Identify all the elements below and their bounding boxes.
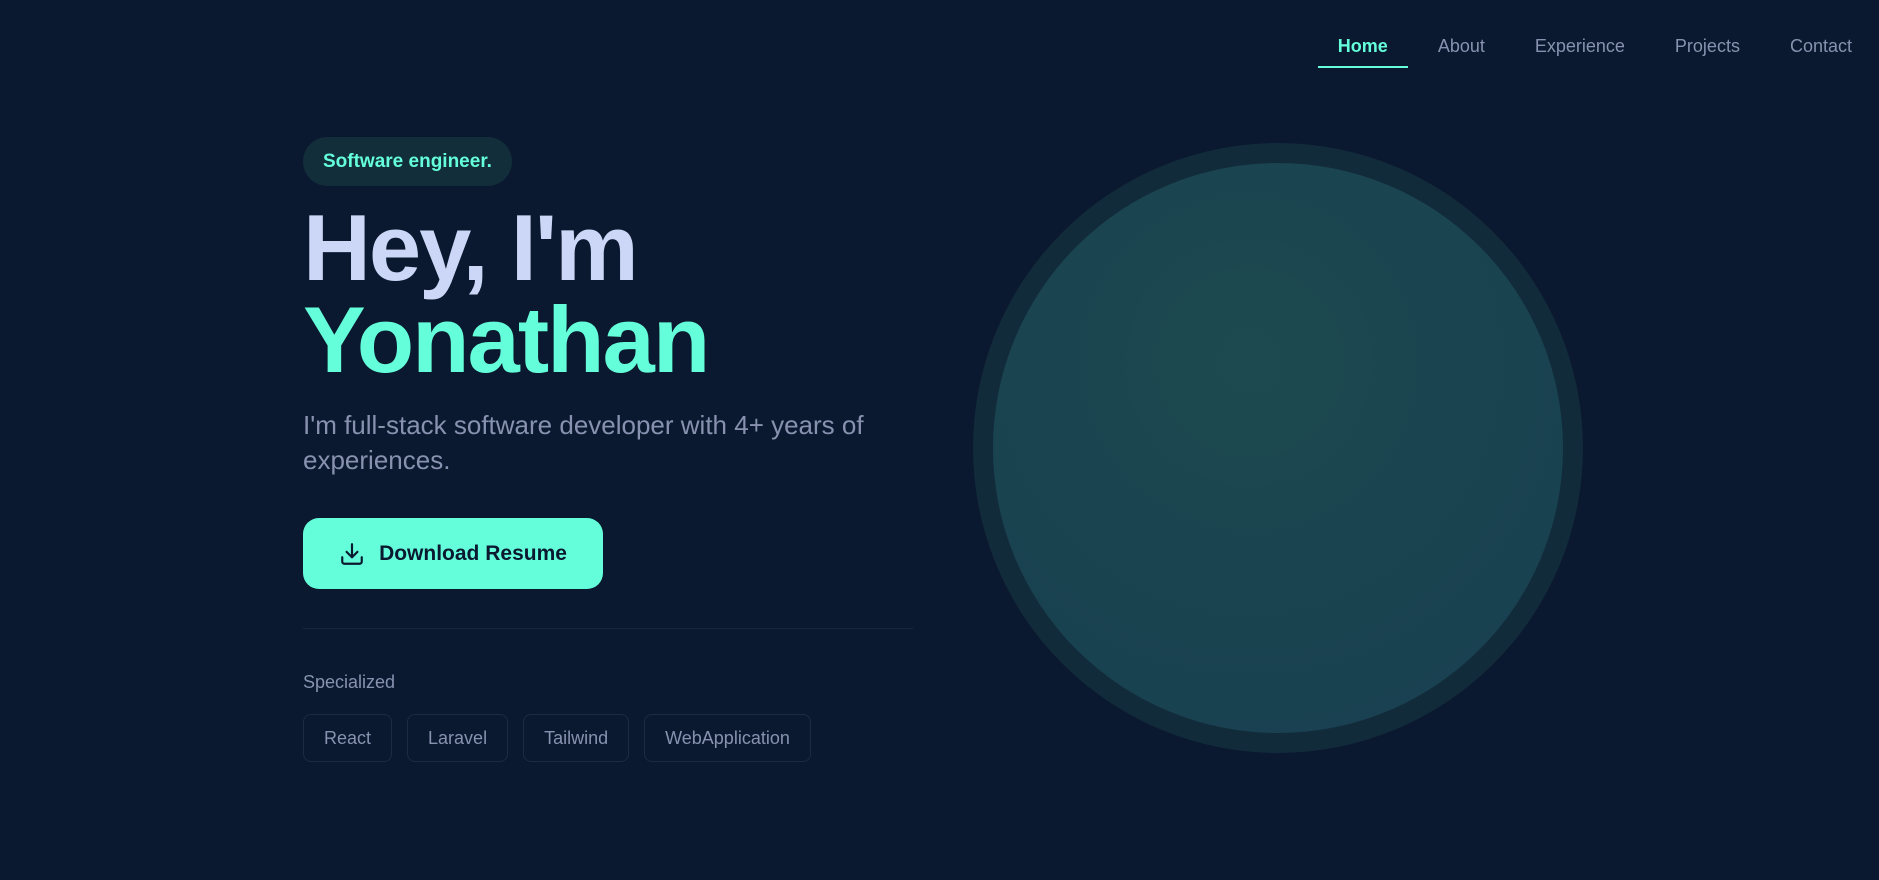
nav-label: Projects (1674, 36, 1740, 56)
skill-chip-react[interactable]: React (303, 714, 393, 762)
skill-chip-laravel[interactable]: Laravel (407, 714, 509, 762)
role-badge: Software engineer. (303, 137, 512, 186)
nav-item-about[interactable]: About (1438, 0, 1485, 57)
profile-image-frame (973, 143, 1583, 753)
active-underline (1317, 66, 1408, 68)
headline: Hey, I'm Yonathan (303, 195, 913, 392)
nav-label: About (1437, 36, 1485, 56)
download-resume-button[interactable]: Download Resume (303, 518, 603, 589)
nav-item-home[interactable]: Home (1317, 0, 1408, 68)
skill-chip-tailwind[interactable]: Tailwind (523, 714, 630, 762)
nav-label: Experience (1534, 36, 1625, 56)
nav-label: Home (1337, 36, 1388, 56)
section-divider (303, 628, 913, 629)
skill-chips: React Laravel Tailwind WebApplication (303, 714, 913, 762)
download-resume-label: Download Resume (379, 541, 567, 565)
skill-chip-webapplication[interactable]: WebApplication (644, 714, 811, 762)
nav-item-contact[interactable]: Contact (1790, 0, 1852, 57)
hero-section: Software engineer. Hey, I'm Yonathan I'm… (303, 137, 913, 762)
nav-label: Contact (1789, 36, 1852, 56)
specialized-label: Specialized (303, 672, 396, 692)
nav-item-projects[interactable]: Projects (1675, 0, 1740, 57)
headline-greeting: Hey, I'm (303, 195, 639, 300)
nav-item-experience[interactable]: Experience (1535, 0, 1625, 57)
headline-name: Yonathan (303, 287, 710, 392)
hero-subtitle: I'm full-stack software developer with 4… (303, 410, 864, 475)
main-nav: Home About Experience Projects Contact (1288, 0, 1879, 90)
profile-image (993, 163, 1563, 733)
download-icon (339, 541, 365, 567)
